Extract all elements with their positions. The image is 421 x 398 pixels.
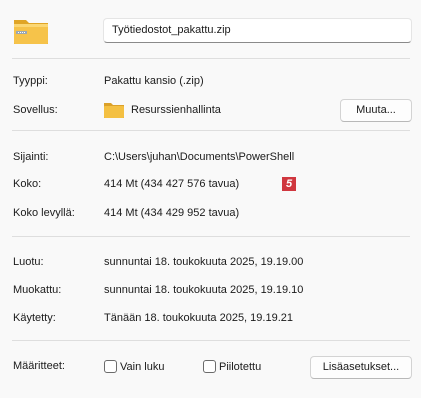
hidden-checkbox[interactable]: Piilotettu: [203, 360, 261, 373]
size-value: 414 Mt (434 427 576 tavua): [104, 178, 240, 190]
separator: [12, 58, 410, 59]
readonly-checkbox-label: Vain luku: [120, 360, 165, 373]
step-number-badge: 5: [282, 177, 296, 191]
accessed-label: Käytetty:: [13, 312, 56, 324]
separator: [12, 340, 410, 341]
hidden-checkbox-box[interactable]: [203, 360, 216, 373]
created-value: sunnuntai 18. toukokuuta 2025, 19.19.00: [104, 256, 304, 268]
disk-size-value: 414 Mt (434 429 952 tavua): [104, 207, 240, 219]
disk-size-label: Koko levyllä:: [13, 207, 75, 219]
attributes-label: Määritteet:: [13, 360, 65, 372]
app-value: Resurssienhallinta: [131, 104, 221, 116]
app-label: Sovellus:: [13, 104, 58, 116]
folder-icon: [104, 103, 124, 118]
accessed-value: Tänään 18. toukokuuta 2025, 19.19.21: [104, 312, 293, 324]
modified-value: sunnuntai 18. toukokuuta 2025, 19.19.10: [104, 284, 304, 296]
separator: [12, 236, 410, 237]
readonly-checkbox-box[interactable]: [104, 360, 117, 373]
location-label: Sijainti:: [13, 151, 49, 163]
zip-folder-icon: [14, 20, 48, 44]
change-button[interactable]: Muuta...: [340, 99, 412, 122]
type-label: Tyyppi:: [13, 75, 48, 87]
size-label: Koko:: [13, 178, 42, 190]
hidden-checkbox-label: Piilotettu: [219, 360, 262, 373]
modified-label: Muokattu:: [13, 284, 62, 296]
created-label: Luotu:: [13, 256, 44, 268]
advanced-button[interactable]: Lisäasetukset...: [310, 356, 412, 379]
file-name-input[interactable]: Työtiedostot_pakattu.zip: [103, 18, 412, 43]
separator: [12, 130, 410, 131]
readonly-checkbox[interactable]: Vain luku: [104, 360, 164, 373]
location-value: C:\Users\juhan\Documents\PowerShell: [104, 151, 295, 163]
file-properties-general-panel: Työtiedostot_pakattu.zip Tyyppi: Pakattu…: [0, 0, 421, 398]
type-value: Pakattu kansio (.zip): [104, 75, 204, 87]
